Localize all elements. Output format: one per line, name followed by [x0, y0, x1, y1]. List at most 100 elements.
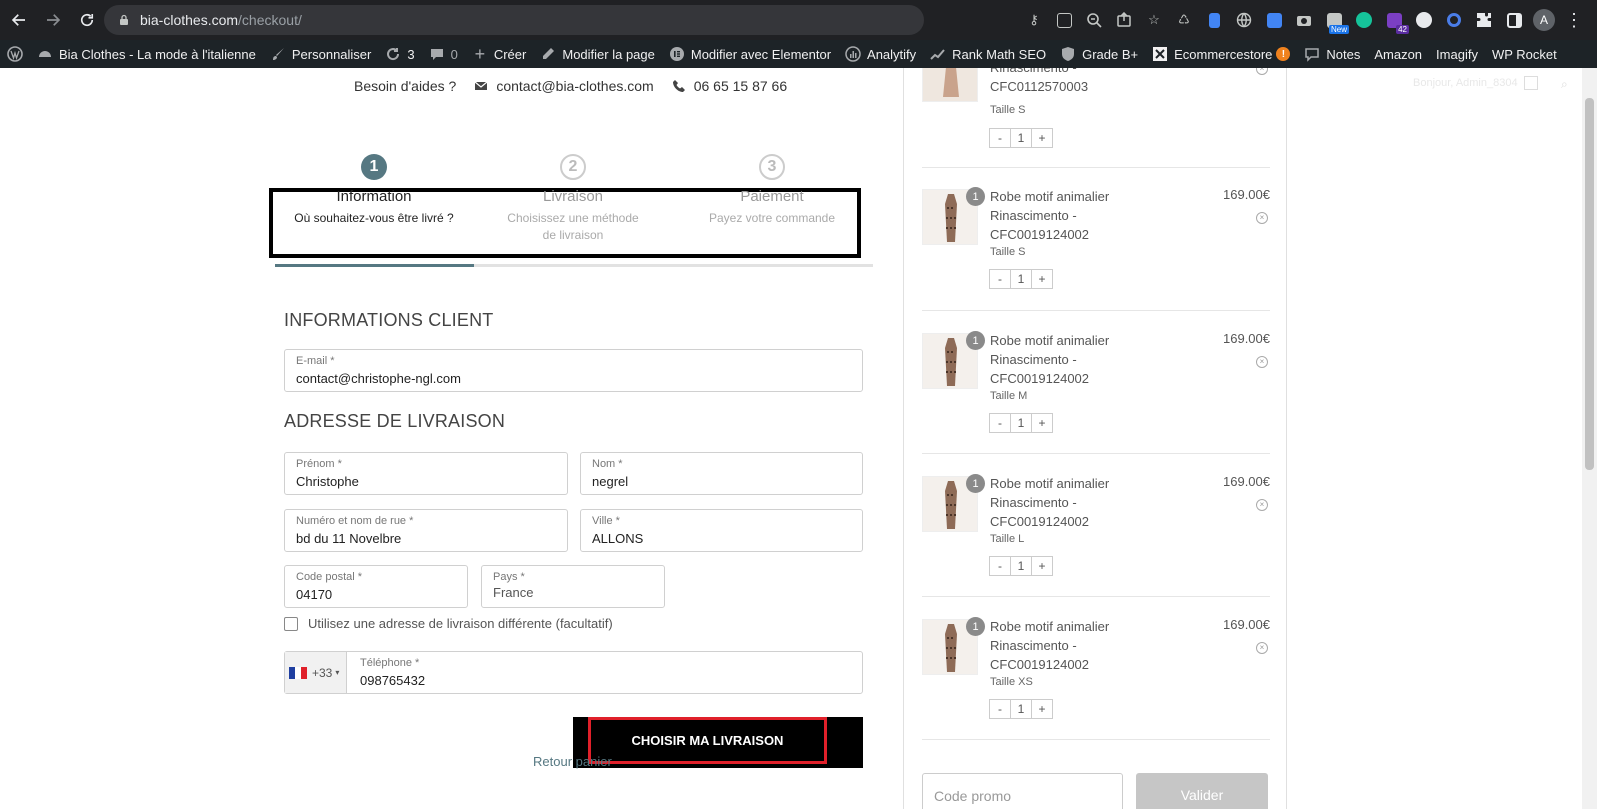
step-title: Paiement: [740, 188, 804, 205]
firstname-field[interactable]: Prénom * Christophe: [284, 452, 568, 495]
key-icon[interactable]: ⚷: [1019, 5, 1049, 35]
reload-icon[interactable]: [72, 5, 102, 35]
email-field[interactable]: E-mail * contact@christophe-ngl.com: [284, 349, 863, 392]
different-address-row[interactable]: Utilisez une adresse de livraison différ…: [284, 616, 613, 631]
menu-kebab-icon[interactable]: ⋮: [1559, 5, 1589, 35]
country-code-selector[interactable]: +33 ▾: [285, 652, 347, 693]
order-summary-sidebar: [903, 68, 1287, 809]
increment-button[interactable]: +: [1031, 699, 1053, 719]
lastname-field[interactable]: Nom * negrel: [580, 452, 863, 495]
admin-ecommercestore[interactable]: Ecommercestore !: [1145, 40, 1297, 68]
phone-field[interactable]: +33 ▾ Téléphone * 098765432: [284, 651, 863, 694]
admin-analytify[interactable]: Analytify: [838, 40, 923, 68]
admin-notes[interactable]: Notes: [1297, 40, 1367, 68]
decrement-button[interactable]: -: [989, 269, 1011, 289]
forward-icon[interactable]: [38, 5, 68, 35]
phone-label: Téléphone *: [360, 657, 420, 669]
admin-updates[interactable]: 3: [378, 40, 421, 68]
increment-button[interactable]: +: [1031, 128, 1053, 148]
docs-extension-icon[interactable]: [1199, 5, 1229, 35]
admin-customize[interactable]: Personnaliser: [263, 40, 379, 68]
admin-edit-elementor[interactable]: Modifier avec Elementor: [662, 40, 838, 68]
street-label: Numéro et nom de rue *: [296, 515, 414, 527]
admin-rank-math[interactable]: Rank Math SEO: [923, 40, 1053, 68]
admin-amazon[interactable]: Amazon: [1367, 40, 1429, 68]
quantity-stepper[interactable]: - 1 +: [989, 269, 1053, 289]
choose-delivery-button[interactable]: CHOISIR MA LIVRAISON: [573, 717, 863, 768]
city-field[interactable]: Ville * ALLONS: [580, 509, 863, 552]
help-phone[interactable]: 06 65 15 87 66: [694, 78, 787, 94]
bookmark-star-icon[interactable]: ☆: [1139, 5, 1169, 35]
remove-icon[interactable]: ×: [1256, 499, 1268, 511]
increment-button[interactable]: +: [1031, 413, 1053, 433]
s-extension-icon[interactable]: [1409, 5, 1439, 35]
quantity-stepper[interactable]: - 1 +: [989, 128, 1053, 148]
admin-grade[interactable]: Grade B+: [1053, 40, 1145, 68]
decrement-button[interactable]: -: [989, 556, 1011, 576]
admin-wp-rocket[interactable]: WP Rocket: [1485, 40, 1564, 68]
recycle-extension-icon[interactable]: ♺: [1169, 5, 1199, 35]
remove-icon[interactable]: ×: [1256, 212, 1268, 224]
quantity-stepper[interactable]: - 1 +: [989, 556, 1053, 576]
side-panel-icon[interactable]: [1499, 5, 1529, 35]
back-icon[interactable]: [4, 5, 34, 35]
admin-site-name[interactable]: Bia Clothes - La mode à l'italienne: [30, 40, 263, 68]
product-size: Taille L: [990, 533, 1025, 545]
quantity-value[interactable]: 1: [1010, 128, 1032, 148]
increment-button[interactable]: +: [1031, 269, 1053, 289]
swirl-extension-icon[interactable]: [1439, 5, 1469, 35]
share-icon[interactable]: [1109, 5, 1139, 35]
purple-extension-icon[interactable]: 42: [1379, 5, 1409, 35]
zipcode-field[interactable]: Code postal * 04170: [284, 565, 468, 608]
city-label: Ville *: [592, 515, 620, 527]
news-extension-icon[interactable]: New: [1319, 5, 1349, 35]
divider: [922, 310, 1270, 311]
product-name: Rinascimento - CFC0112570003: [990, 68, 1089, 94]
notes-icon: [1304, 46, 1320, 62]
remove-icon[interactable]: ×: [1256, 642, 1268, 654]
profile-avatar[interactable]: A: [1529, 5, 1559, 35]
decrement-button[interactable]: -: [989, 699, 1011, 719]
search-icon[interactable]: ⌕: [1561, 77, 1568, 92]
street-field[interactable]: Numéro et nom de rue * bd du 11 Novelbre: [284, 509, 568, 552]
country-select[interactable]: Pays * France: [481, 565, 665, 608]
apply-promo-button[interactable]: Valider: [1136, 773, 1268, 809]
help-email[interactable]: contact@bia-clothes.com: [496, 78, 653, 94]
quantity-stepper[interactable]: - 1 +: [989, 413, 1053, 433]
quantity-stepper[interactable]: - 1 +: [989, 699, 1053, 719]
admin-create[interactable]: + Créer: [465, 40, 534, 68]
elementor-icon: [669, 46, 685, 62]
product-price: 169.00€: [1223, 331, 1270, 346]
puzzle-extensions-icon[interactable]: [1469, 5, 1499, 35]
decrement-button[interactable]: -: [989, 413, 1011, 433]
globe-extension-icon[interactable]: [1229, 5, 1259, 35]
camera-extension-icon[interactable]: [1289, 5, 1319, 35]
admin-edit-page[interactable]: Modifier la page: [533, 40, 662, 68]
step-title: Livraison: [542, 188, 604, 205]
quantity-value[interactable]: 1: [1010, 699, 1032, 719]
admin-comments[interactable]: 0: [422, 40, 465, 68]
different-address-checkbox[interactable]: [284, 616, 298, 631]
lock-icon: [120, 14, 128, 25]
address-bar[interactable]: bia-clothes.com/checkout/: [104, 5, 924, 35]
zoom-icon[interactable]: [1079, 5, 1109, 35]
admin-imagify[interactable]: Imagify: [1429, 40, 1485, 68]
increment-button[interactable]: +: [1031, 556, 1053, 576]
back-to-cart-link[interactable]: Retour panier: [533, 754, 612, 769]
step-paiement[interactable]: 3 Paiement Payez votre commande: [673, 154, 871, 227]
translate-icon[interactable]: [1049, 5, 1079, 35]
step-livraison[interactable]: 2 Livraison Choisissez une méthode de li…: [474, 154, 672, 244]
google-translate-extension-icon[interactable]: [1259, 5, 1289, 35]
scrollbar-thumb[interactable]: [1585, 98, 1594, 470]
remove-icon[interactable]: ×: [1256, 356, 1268, 368]
promo-code-input[interactable]: Code promo: [922, 773, 1123, 809]
grammarly-extension-icon[interactable]: [1349, 5, 1379, 35]
step-information[interactable]: 1 Information Où souhaitez-vous être liv…: [275, 154, 473, 227]
quantity-value[interactable]: 1: [1010, 269, 1032, 289]
quantity-value[interactable]: 1: [1010, 413, 1032, 433]
decrement-button[interactable]: -: [989, 128, 1011, 148]
wordpress-logo-icon[interactable]: [0, 40, 30, 68]
page-scrollbar[interactable]: [1582, 68, 1597, 809]
checkout-progress-bar: [275, 264, 873, 267]
quantity-value[interactable]: 1: [1010, 556, 1032, 576]
